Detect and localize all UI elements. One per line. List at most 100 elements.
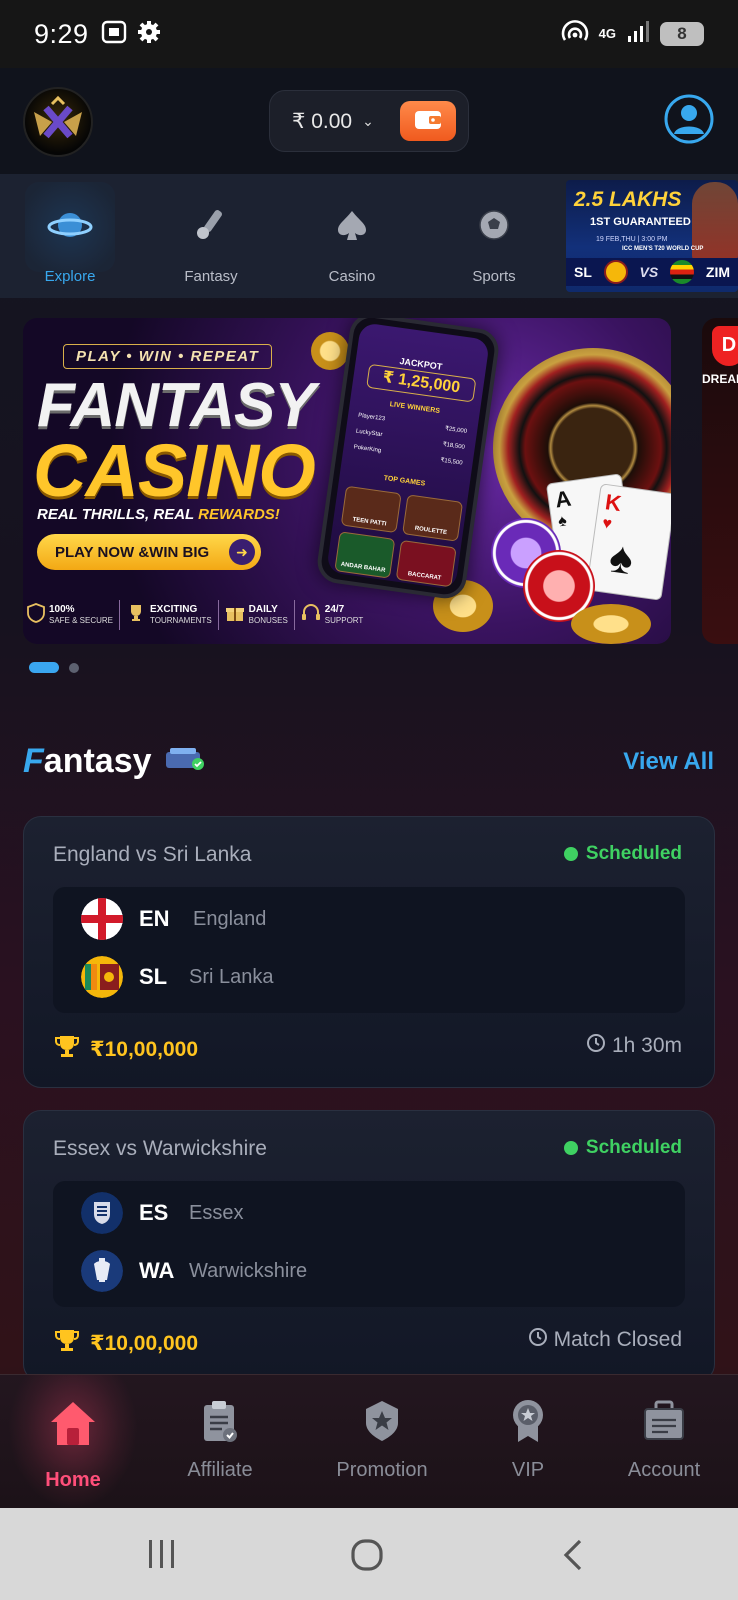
team-row: WA Warwickshire <box>81 1249 307 1293</box>
time-text: Match Closed <box>553 1328 682 1351</box>
promo-teams: SL VS ZIM <box>566 258 738 286</box>
category-label: Fantasy <box>184 268 238 285</box>
system-navigation-bar <box>0 1508 738 1600</box>
team-code: ES <box>139 1200 169 1225</box>
warwickshire-crest-icon <box>81 1250 123 1292</box>
game-tile: ANDAR BAHAR <box>334 531 396 579</box>
zim-flag-icon <box>670 260 695 284</box>
teams-box: EN England SL Sri Lanka <box>53 887 685 1013</box>
team-row: ES Essex <box>81 1191 243 1235</box>
recent-apps-icon[interactable] <box>146 1538 178 1575</box>
tagline-text: REAL THRILLS, REAL <box>37 506 199 523</box>
promo-team2: ZIM <box>705 264 730 280</box>
medal-icon <box>508 1398 548 1449</box>
battery-icon: 8 <box>660 22 704 46</box>
match-time: 1h 30m <box>586 1033 682 1059</box>
shield-icon <box>27 602 45 628</box>
team-name: England <box>193 907 267 930</box>
category-fantasy[interactable]: Fantasy <box>151 174 271 298</box>
feature-item: 100% SAFE & SECURE <box>27 602 113 628</box>
status-badge: Scheduled <box>563 843 682 865</box>
planet-icon <box>47 205 93 250</box>
banner-tag: PLAY • WIN • REPEAT <box>63 344 273 369</box>
team-name: Essex <box>189 1201 244 1224</box>
status-dot-icon <box>563 847 578 861</box>
status-badge: Scheduled <box>563 1137 682 1159</box>
wallet-button[interactable] <box>400 101 456 141</box>
profile-avatar-button[interactable] <box>664 94 714 144</box>
category-label: Sports <box>472 268 516 285</box>
promo-banner-fantasy-casino[interactable]: A ♠ K ♥ ♠ JACKPOT ₹ 1,25,000 LIVE WINNERS P… <box>23 318 671 644</box>
nav-affiliate[interactable]: Affiliate <box>160 1375 280 1509</box>
promo-vs: VS <box>639 264 659 280</box>
category-casino[interactable]: Casino <box>292 174 412 298</box>
football-icon <box>476 207 512 248</box>
play-now-label: PLAY NOW &WIN BIG <box>55 543 210 561</box>
match-card[interactable]: Essex vs Warwickshire Scheduled ES Essex… <box>23 1110 715 1382</box>
bottom-nav: Home Affiliate Promotion VIP Account <box>0 1374 738 1509</box>
clock-icon <box>528 1327 548 1353</box>
feature-item: 24/7 SUPPORT <box>301 603 363 628</box>
wallet-amount: ₹ 0.00 <box>292 109 353 133</box>
divider <box>293 600 295 630</box>
category-sports[interactable]: Sports <box>434 174 554 298</box>
prize-amount: ₹10,00,000 <box>90 1331 199 1355</box>
badge-star-icon <box>360 1399 404 1448</box>
team-code: EN <box>139 906 170 931</box>
divider <box>217 600 219 630</box>
promo-sub: 1ST GUARANTEED <box>590 216 691 228</box>
mini-promo-banner[interactable]: 2.5 LAKHS 1ST GUARANTEED 19 FEB,THU | 3:… <box>566 180 738 292</box>
category-nav: Explore Fantasy Casino Sports 2.5 LAKHS … <box>0 174 738 298</box>
play-now-button[interactable]: PLAY NOW &WIN BIG ➜ <box>37 534 261 570</box>
england-flag-icon <box>81 898 123 940</box>
wallet-balance-dropdown[interactable]: ₹ 0.00 ⌄ <box>269 90 469 152</box>
match-title: England vs Sri Lanka <box>53 843 252 866</box>
app-header: ₹ 0.00 ⌄ <box>0 68 738 174</box>
app-logo[interactable] <box>23 87 93 157</box>
prize-pool: ₹10,00,000 <box>54 1033 198 1065</box>
gift-icon <box>225 603 245 628</box>
category-label: Explore <box>44 268 96 285</box>
title-rest: antasy <box>43 742 152 780</box>
banner-tagline: REAL THRILLS, REAL REWARDS! <box>37 506 280 523</box>
game-tile: TEEN PATTI <box>340 485 402 534</box>
team-row: SL Sri Lanka <box>81 955 274 999</box>
banner-title-line2: CASINO <box>33 429 316 512</box>
match-card[interactable]: England vs Sri Lanka Scheduled EN Englan… <box>23 816 715 1088</box>
status-dot-icon <box>563 1141 578 1155</box>
essex-crest-icon <box>81 1192 123 1234</box>
view-all-link[interactable]: View All <box>623 748 714 776</box>
game-tile: BACCARAT <box>395 539 457 588</box>
team-row: EN England <box>81 897 266 941</box>
signal-icon <box>626 20 650 49</box>
gear-icon <box>137 20 161 49</box>
time-text: 1h 30m <box>611 1034 682 1057</box>
carousel-indicator[interactable] <box>29 662 79 673</box>
nav-promotion[interactable]: Promotion <box>312 1375 452 1509</box>
category-label: Casino <box>328 268 376 285</box>
team-code: WA <box>139 1258 175 1283</box>
match-title: Essex vs Warwickshire <box>53 1137 267 1160</box>
next-banner-text: DREAM <box>702 372 738 386</box>
nav-account[interactable]: Account <box>604 1375 724 1509</box>
home-icon <box>48 1399 98 1452</box>
briefcase-icon <box>642 1400 686 1447</box>
team-name: Sri Lanka <box>189 965 274 988</box>
carousel-dot[interactable] <box>69 662 79 673</box>
title-first-letter: F <box>23 742 44 780</box>
promo-headline: 2.5 LAKHS <box>574 188 682 211</box>
fantasy-stadium-icon <box>164 742 206 781</box>
prize-pool: ₹10,00,000 <box>54 1327 198 1359</box>
tagline-highlight: REWARDS! <box>198 506 280 523</box>
nav-vip[interactable]: VIP <box>478 1375 578 1509</box>
promo-event: ICC MEN'S T20 WORLD CUP <box>622 246 704 252</box>
nav-home[interactable]: Home <box>8 1375 138 1509</box>
carousel-dot-active[interactable] <box>29 662 59 673</box>
home-circle-icon[interactable] <box>350 1538 384 1577</box>
playing-card-king: K ♥ ♠ <box>585 483 671 601</box>
nav-label: Home <box>45 1469 101 1491</box>
category-explore[interactable]: Explore <box>10 174 130 298</box>
nav-label: Promotion <box>336 1459 428 1481</box>
promo-banner-next[interactable]: D DREAM <box>702 318 738 644</box>
back-icon[interactable] <box>560 1538 586 1577</box>
